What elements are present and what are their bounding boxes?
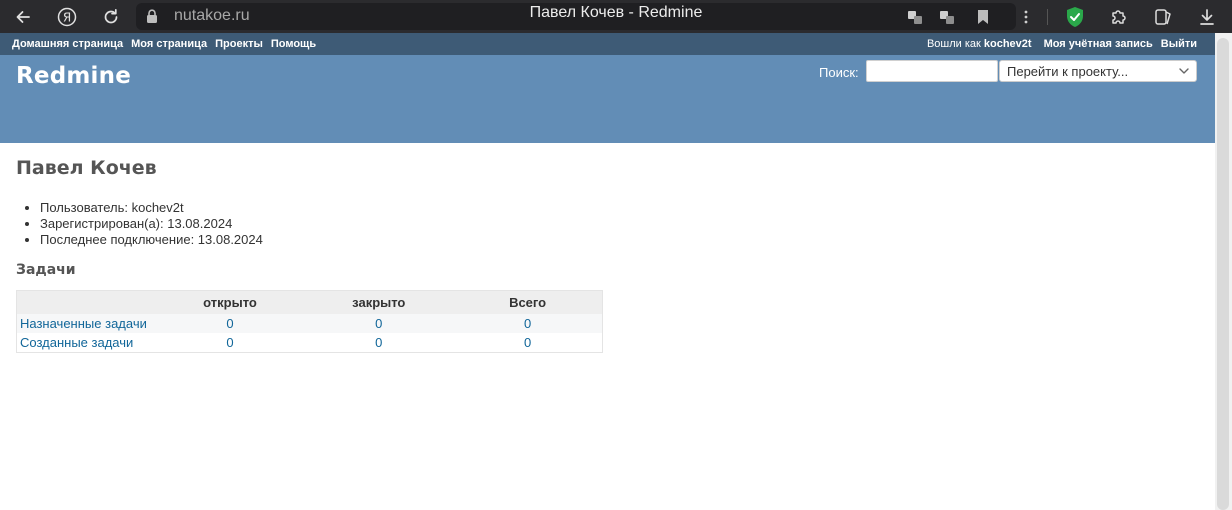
reported-closed-count[interactable]: 0: [375, 335, 382, 350]
extensions-icon[interactable]: [1106, 4, 1132, 30]
bookmark-icon[interactable]: [970, 4, 996, 30]
collections-icon[interactable]: [1150, 4, 1176, 30]
top-menu: Домашняя страница Моя страница Проекты П…: [0, 33, 1215, 55]
more-icon[interactable]: [1013, 4, 1039, 30]
reported-issues-link[interactable]: Созданные задачи: [20, 335, 133, 350]
table-row: Назначенные задачи 0 0 0: [16, 314, 603, 333]
browser-toolbar: Я nutakoe.ru Павел Кочев - Redmine: [0, 0, 1232, 33]
reported-total-count[interactable]: 0: [524, 335, 531, 350]
menu-my-page-link[interactable]: Моя страница: [131, 38, 207, 50]
scrollbar-thumb[interactable]: [1217, 38, 1229, 510]
column-header-closed: закрыто: [304, 290, 454, 314]
logged-as-text: Вошли как kochev2t: [927, 38, 1032, 50]
search-label: Поиск:: [819, 65, 859, 80]
table-row: Созданные задачи 0 0 0: [16, 333, 603, 353]
translate-icon[interactable]: [902, 4, 928, 30]
user-registered-item: Зарегистрирован(а): 13.08.2024: [40, 216, 263, 232]
reported-open-count[interactable]: 0: [226, 335, 233, 350]
reader-icon[interactable]: [934, 4, 960, 30]
table-header-row: открыто закрыто Всего: [16, 290, 603, 314]
assigned-open-count[interactable]: 0: [226, 316, 233, 331]
menu-help-link[interactable]: Помощь: [271, 38, 316, 50]
assigned-issues-link[interactable]: Назначенные задачи: [20, 316, 147, 331]
column-header-label: [16, 290, 156, 314]
lock-icon: [146, 9, 158, 29]
header: Redmine Поиск: Перейти к проекту...: [0, 55, 1215, 143]
reload-icon[interactable]: [98, 4, 124, 30]
assigned-closed-count[interactable]: 0: [375, 316, 382, 331]
menu-projects-link[interactable]: Проекты: [215, 38, 263, 50]
search-input[interactable]: [866, 60, 998, 82]
chevron-down-icon: [1178, 65, 1190, 80]
column-header-total: Всего: [453, 290, 603, 314]
user-info-list: Пользователь: kochev2t Зарегистрирован(а…: [40, 200, 263, 248]
user-last-login-item: Последнее подключение: 13.08.2024: [40, 232, 263, 248]
issues-heading: Задачи: [16, 262, 76, 278]
jump-to-project-select[interactable]: Перейти к проекту...: [999, 60, 1197, 82]
logged-as-user-link[interactable]: kochev2t: [984, 38, 1032, 50]
yandex-icon[interactable]: Я: [54, 4, 80, 30]
assigned-total-count[interactable]: 0: [524, 316, 531, 331]
svg-text:Я: Я: [63, 11, 71, 25]
user-login-item: Пользователь: kochev2t: [40, 200, 263, 216]
back-icon[interactable]: [10, 4, 36, 30]
my-account-link[interactable]: Моя учётная запись: [1044, 38, 1153, 50]
toolbar-divider: [1047, 9, 1048, 25]
app-title: Redmine: [16, 63, 131, 89]
download-icon[interactable]: [1194, 4, 1220, 30]
address-bar[interactable]: nutakoe.ru: [136, 3, 1016, 30]
url-text[interactable]: nutakoe.ru: [174, 7, 250, 25]
issues-table: открыто закрыто Всего Назначенные задачи…: [16, 290, 603, 353]
column-header-open: открыто: [155, 290, 305, 314]
protect-shield-icon[interactable]: [1062, 4, 1088, 30]
menu-home-link[interactable]: Домашняя страница: [12, 38, 123, 50]
page-title: Павел Кочев: [16, 157, 157, 179]
logged-as-label: Вошли как: [926, 38, 981, 50]
jump-to-project-text: Перейти к проекту...: [1007, 64, 1129, 79]
logout-link[interactable]: Выйти: [1161, 38, 1197, 50]
